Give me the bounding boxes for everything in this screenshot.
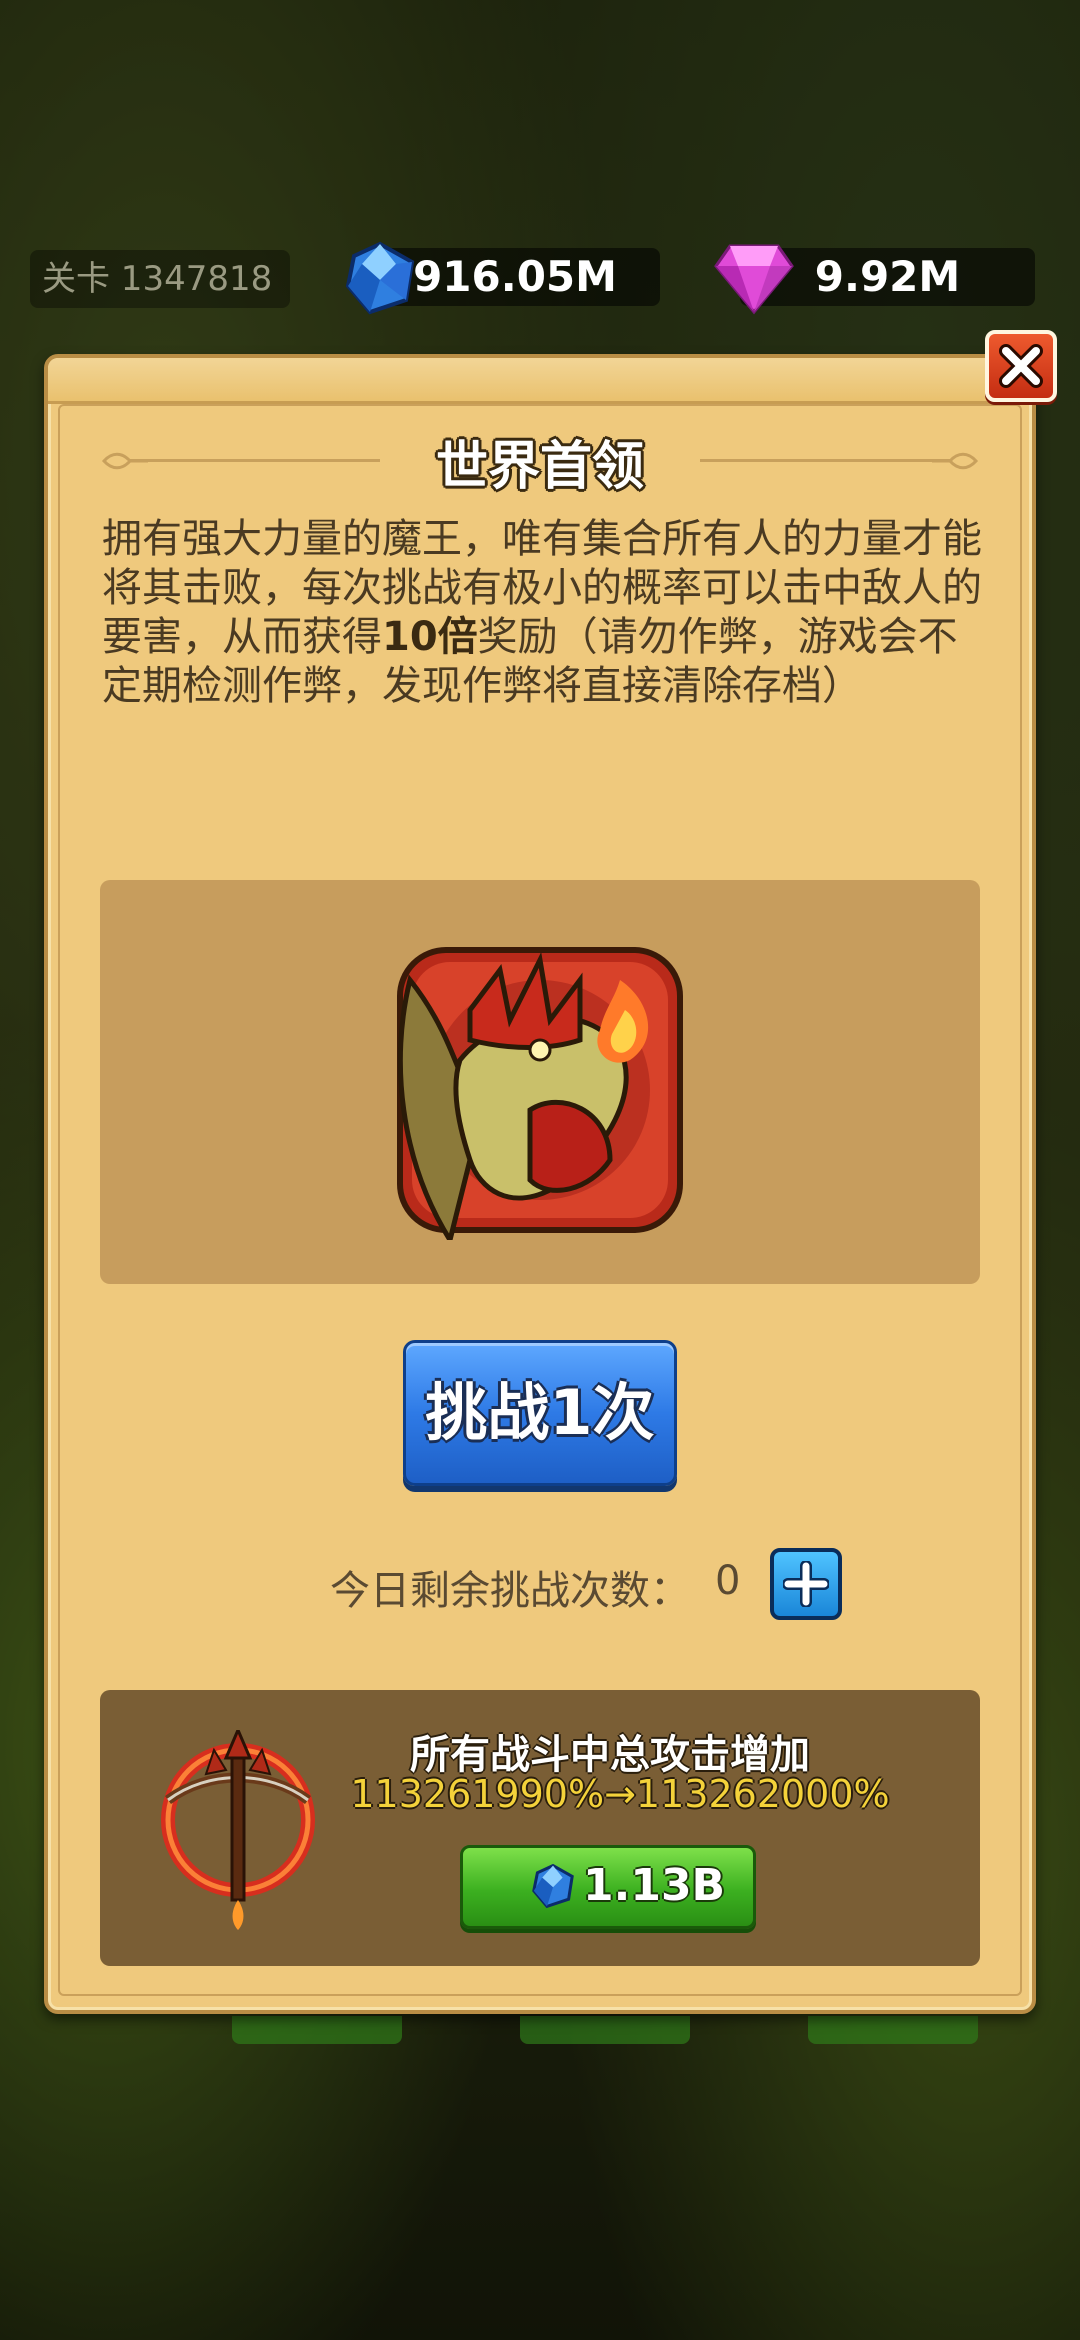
remaining-label: 今日剩余挑战次数： xyxy=(330,1568,690,1614)
upgrade-buy-button[interactable]: 1.13B xyxy=(460,1845,756,1929)
close-icon xyxy=(999,344,1043,388)
stage-label: 关卡 1347818 xyxy=(30,250,290,308)
upgrade-value-change: 113261990%→113262000% xyxy=(350,1772,890,1816)
close-button[interactable] xyxy=(985,330,1057,402)
red-dragon-boss-icon xyxy=(397,947,683,1240)
dialog-title-row: 世界首领 xyxy=(100,424,980,497)
description-highlight: 10倍 xyxy=(382,614,478,660)
pink-gem-icon xyxy=(714,244,794,315)
challenge-button[interactable]: 挑战1次 xyxy=(403,1340,677,1486)
boss-panel xyxy=(100,880,980,1284)
boss-description: 拥有强大力量的魔王，唯有集合所有人的力量才能将其击败，每次挑战有极小的概率可以击… xyxy=(102,515,982,711)
blue-crystal-icon xyxy=(532,1863,574,1909)
upgrade-cost: 1.13B xyxy=(583,1860,726,1911)
blue-crystal-icon xyxy=(345,241,415,315)
add-attempts-button[interactable] xyxy=(770,1548,842,1620)
attack-upgrade-panel: 所有战斗中总攻击增加 113261990%→113262000% 1.13B xyxy=(100,1690,980,1966)
dialog-title: 世界首领 xyxy=(435,437,644,497)
remaining-count: 0 xyxy=(715,1558,741,1604)
plus-icon xyxy=(783,1561,829,1607)
dialog-header-edge xyxy=(48,358,1032,404)
resource-bar: 关卡 1347818 916.05M 9.92M xyxy=(0,240,1080,320)
